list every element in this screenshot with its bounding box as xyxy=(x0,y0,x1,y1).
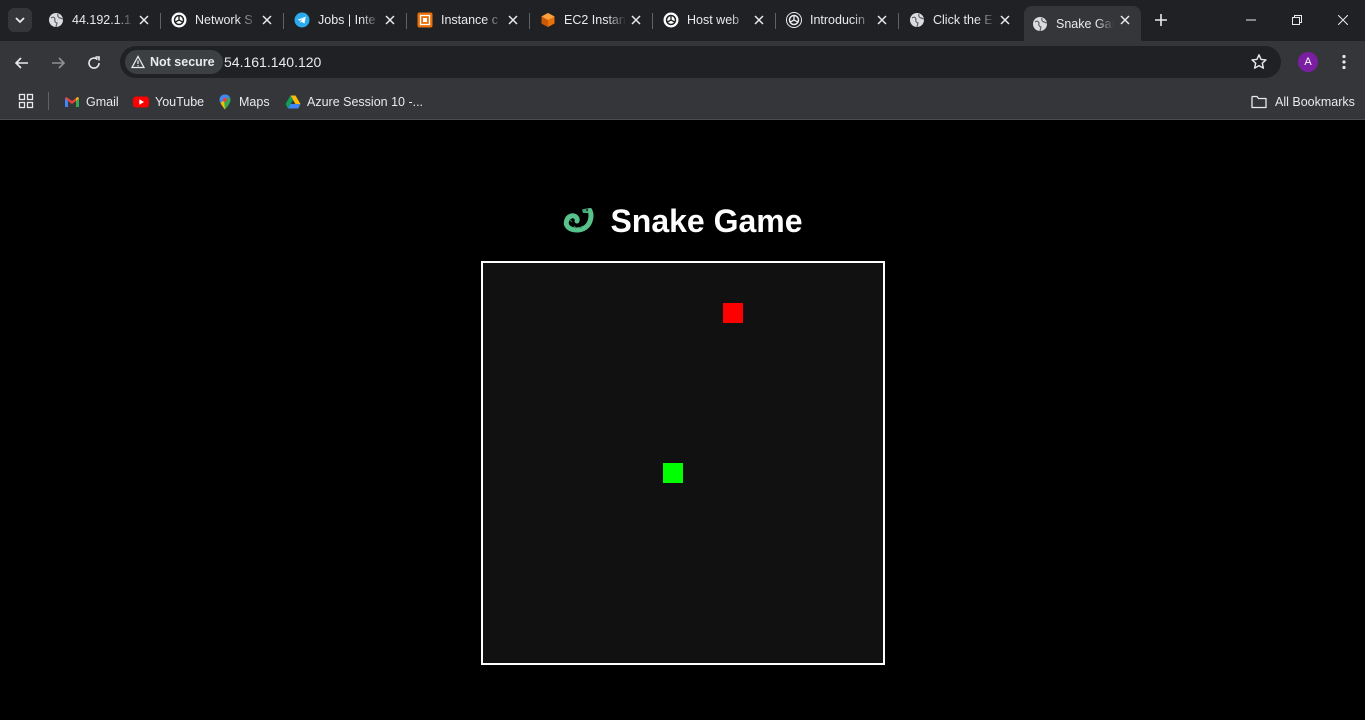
snake-segment xyxy=(663,463,683,483)
folder-icon xyxy=(1251,95,1267,109)
tab-separator xyxy=(898,13,899,29)
maps-icon xyxy=(217,94,233,110)
reload-button[interactable] xyxy=(80,49,108,77)
bookmark-label: Gmail xyxy=(86,95,119,109)
tab-1[interactable]: Network S xyxy=(163,6,283,34)
tab-title: Jobs | Inte xyxy=(318,13,376,27)
minimize-icon xyxy=(1246,19,1256,21)
bookmark-maps[interactable]: Maps xyxy=(217,91,270,113)
warning-icon xyxy=(131,55,145,69)
plus-icon xyxy=(1155,14,1167,26)
tab-6[interactable]: Introducin xyxy=(778,6,898,34)
close-icon[interactable] xyxy=(997,12,1013,28)
bookmark-star-icon[interactable] xyxy=(1249,52,1269,72)
tab-5[interactable]: Host web xyxy=(655,6,775,34)
security-chip[interactable]: Not secure xyxy=(125,50,223,74)
all-bookmarks-label: All Bookmarks xyxy=(1275,95,1355,109)
food-item xyxy=(723,303,743,323)
tab-title: Instance c xyxy=(441,13,498,27)
back-button[interactable] xyxy=(8,49,36,77)
bookmarks-bar: Gmail YouTube Maps Azure Session 10 -...… xyxy=(0,84,1365,120)
bookmark-label: Azure Session 10 -... xyxy=(307,95,424,109)
tab-title: 44.192.1.1 xyxy=(72,13,132,27)
tab-search-button[interactable] xyxy=(8,8,32,32)
arrow-right-icon xyxy=(52,57,66,69)
restore-button[interactable] xyxy=(1274,0,1320,40)
bookmark-label: Maps xyxy=(239,95,270,109)
profile-avatar[interactable]: A xyxy=(1298,52,1318,72)
game-board[interactable] xyxy=(481,261,885,665)
reload-icon xyxy=(88,56,100,69)
globe-icon xyxy=(1032,16,1048,32)
bookmark-azure-session[interactable]: Azure Session 10 -... xyxy=(285,91,423,113)
gmail-icon xyxy=(64,94,80,110)
snake-icon xyxy=(562,205,596,239)
url-text[interactable]: 54.161.140.120 xyxy=(224,54,321,70)
telegram-icon xyxy=(294,12,310,28)
aws-icon xyxy=(417,12,433,28)
tab-3[interactable]: Instance c xyxy=(409,6,529,34)
bookmark-separator xyxy=(48,92,49,110)
security-label: Not secure xyxy=(150,55,215,69)
chevron-down-icon xyxy=(15,17,25,24)
bookmark-youtube[interactable]: YouTube xyxy=(133,91,204,113)
page-title: Snake Game xyxy=(610,203,803,239)
tab-separator xyxy=(406,13,407,29)
globe-icon xyxy=(48,12,64,28)
tab-7[interactable]: Click the E xyxy=(901,6,1021,34)
forward-button[interactable] xyxy=(44,49,72,77)
all-bookmarks-button[interactable]: All Bookmarks xyxy=(1251,91,1355,113)
tab-title: Click the E xyxy=(933,13,993,27)
close-icon[interactable] xyxy=(751,12,767,28)
close-window-button[interactable] xyxy=(1320,0,1365,40)
close-icon[interactable] xyxy=(505,12,521,28)
tab-separator xyxy=(775,13,776,29)
tab-separator xyxy=(160,13,161,29)
minimize-button[interactable] xyxy=(1228,0,1274,40)
ec2-icon xyxy=(540,12,556,28)
close-icon[interactable] xyxy=(136,12,152,28)
tab-separator xyxy=(529,13,530,29)
openai-icon xyxy=(171,12,187,28)
tab-0[interactable]: 44.192.1.1 xyxy=(40,6,160,34)
arrow-left-icon xyxy=(14,57,28,69)
close-icon[interactable] xyxy=(259,12,275,28)
tab-title: EC2 Instan xyxy=(564,13,626,27)
tab-title: Introducin xyxy=(810,13,865,27)
close-icon[interactable] xyxy=(874,12,890,28)
close-icon[interactable] xyxy=(1117,12,1133,28)
tab-8-active[interactable]: Snake Gar xyxy=(1024,6,1141,41)
browser-toolbar: Not secure 54.161.140.120 xyxy=(0,41,1365,84)
close-icon[interactable] xyxy=(628,12,644,28)
tab-title: Network S xyxy=(195,13,253,27)
page-content: Snake Game xyxy=(0,121,1365,720)
globe-icon xyxy=(909,12,925,28)
openai-icon xyxy=(786,12,802,28)
tab-strip: 44.192.1.1 Network S Jobs | Inte Instanc… xyxy=(0,0,1365,41)
drive-icon xyxy=(285,94,301,110)
address-bar[interactable]: Not secure 54.161.140.120 xyxy=(120,46,1281,78)
apps-grid-icon[interactable] xyxy=(17,92,35,110)
page-heading: Snake Game xyxy=(0,203,1365,240)
tab-2[interactable]: Jobs | Inte xyxy=(286,6,406,34)
tab-separator xyxy=(283,13,284,29)
close-icon xyxy=(1338,15,1348,25)
restore-icon xyxy=(1292,15,1302,25)
tab-title: Host web xyxy=(687,13,740,27)
bookmark-label: YouTube xyxy=(155,95,205,109)
new-tab-button[interactable] xyxy=(1149,8,1173,32)
bookmark-gmail[interactable]: Gmail xyxy=(64,91,119,113)
tab-4[interactable]: EC2 Instan xyxy=(532,6,652,34)
tab-title: Snake Gar xyxy=(1056,16,1114,31)
close-icon[interactable] xyxy=(382,12,398,28)
openai-icon xyxy=(663,12,679,28)
youtube-icon xyxy=(133,94,149,110)
tab-separator xyxy=(652,13,653,29)
menu-more-icon[interactable] xyxy=(1334,51,1354,73)
